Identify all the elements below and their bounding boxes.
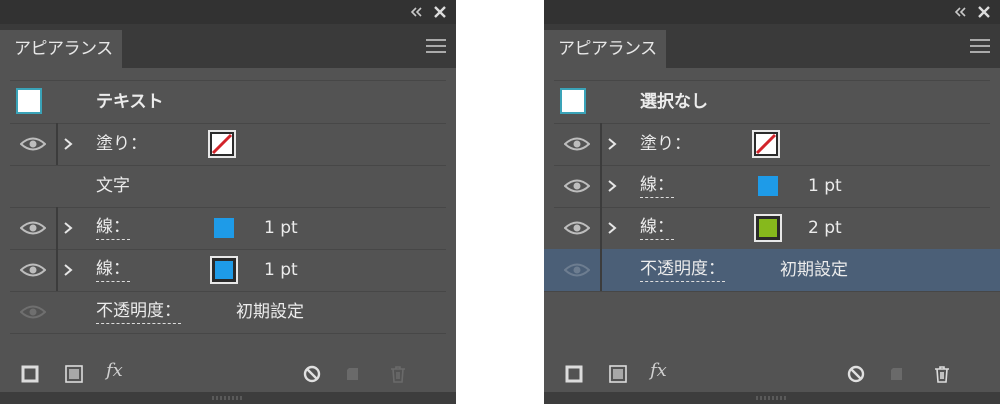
tab-strip: アピアランス [544,24,1000,68]
column-divider [56,207,58,249]
chevron-right-icon[interactable] [63,263,73,277]
panel-menu-icon[interactable] [970,39,990,55]
stroke-label[interactable]: 線： [96,257,130,282]
header-row[interactable]: 選択なし [554,81,990,124]
stroke-row[interactable]: 線： 1 pt [10,207,446,250]
object-thumbnail [16,88,42,114]
duplicate-item-icon [347,368,358,380]
chevron-right-icon[interactable] [607,179,617,193]
characters-label: 文字 [96,176,130,196]
panel-title-bar[interactable] [0,0,456,24]
trash-icon[interactable] [932,364,952,384]
stroke-label[interactable]: 線： [640,215,674,240]
tab-appearance[interactable]: アピアランス [0,30,122,68]
opacity-value: 初期設定 [236,302,304,322]
opacity-value: 初期設定 [780,260,848,280]
stroke-weight: 1 pt [808,176,842,196]
resize-grip[interactable] [0,392,456,404]
add-effect-icon[interactable]: fx [650,360,667,381]
add-stroke-icon[interactable] [20,364,40,384]
header-title: テキスト [96,92,164,112]
none-swatch-icon[interactable] [208,130,236,158]
column-divider [600,123,602,165]
fill-row[interactable]: 塗り： [10,123,446,166]
chevron-right-icon[interactable] [607,221,617,235]
duplicate-item-icon [891,368,902,380]
stroke-color-swatch[interactable] [210,256,238,284]
clear-appearance-icon[interactable] [302,364,322,384]
opacity-row[interactable]: 不透明度： 初期設定 [10,291,446,334]
stroke-weight: 1 pt [264,260,298,280]
stroke-label[interactable]: 線： [96,215,130,240]
clear-appearance-icon[interactable] [846,364,866,384]
fill-row[interactable]: 塗り： [554,123,990,166]
eye-icon[interactable] [564,137,590,151]
header-row[interactable]: テキスト [10,81,446,124]
add-fill-icon[interactable] [64,364,84,384]
stroke-color-swatch[interactable] [214,218,234,238]
stroke-row[interactable]: 線： 2 pt [554,207,990,250]
header-title: 選択なし [640,92,708,112]
appearance-list: テキスト 塗り： 文字 線： 1 pt 線： 1 pt 不透明度： 初期設定 [10,80,446,349]
fill-label: 塗り： [96,134,147,154]
eye-icon[interactable] [20,305,46,319]
column-divider [600,249,602,291]
opacity-label[interactable]: 不透明度： [640,257,725,282]
stroke-weight: 1 pt [264,218,298,238]
tab-appearance[interactable]: アピアランス [544,30,666,68]
eye-icon[interactable] [20,137,46,151]
add-stroke-icon[interactable] [564,364,584,384]
eye-icon[interactable] [564,263,590,277]
opacity-row[interactable]: 不透明度： 初期設定 [544,249,1000,292]
fill-label: 塗り： [640,134,691,154]
chevron-right-icon[interactable] [607,137,617,151]
add-fill-icon[interactable] [608,364,628,384]
chevron-right-icon[interactable] [63,137,73,151]
appearance-list: 選択なし 塗り： 線： 1 pt 線： 2 pt 不透明度： 初期設定 [544,80,1000,349]
eye-icon[interactable] [20,263,46,277]
column-divider [56,249,58,291]
stroke-weight: 2 pt [808,218,842,238]
column-divider [56,123,58,165]
characters-row[interactable]: 文字 [10,165,446,208]
panel-footer: fx [544,356,1000,392]
add-effect-icon[interactable]: fx [106,360,123,381]
stroke-color-swatch[interactable] [758,176,778,196]
collapse-icon[interactable] [408,4,424,20]
stroke-row[interactable]: 線： 1 pt [10,249,446,292]
none-swatch-icon[interactable] [752,130,780,158]
column-divider [600,207,602,249]
appearance-panel-left: アピアランス テキスト 塗り： 文字 線： 1 pt 線： 1 pt 不透明度：… [0,0,456,404]
close-icon[interactable] [976,4,992,20]
panel-title-bar[interactable] [544,0,1000,24]
collapse-icon[interactable] [952,4,968,20]
tab-strip: アピアランス [0,24,456,68]
eye-icon[interactable] [20,221,46,235]
appearance-panel-right: アピアランス 選択なし 塗り： 線： 1 pt 線： 2 pt 不透明度： 初期… [544,0,1000,404]
stroke-row[interactable]: 線： 1 pt [554,165,990,208]
object-thumbnail [560,88,586,114]
eye-icon[interactable] [564,221,590,235]
chevron-right-icon[interactable] [63,221,73,235]
panel-footer: fx [0,356,456,392]
stroke-color-swatch[interactable] [754,214,782,242]
trash-icon [391,366,405,383]
resize-grip[interactable] [544,392,1000,404]
close-icon[interactable] [432,4,448,20]
panel-menu-icon[interactable] [426,39,446,55]
stroke-label[interactable]: 線： [640,173,674,198]
column-divider [600,165,602,207]
opacity-label[interactable]: 不透明度： [96,299,181,324]
eye-icon[interactable] [564,179,590,193]
